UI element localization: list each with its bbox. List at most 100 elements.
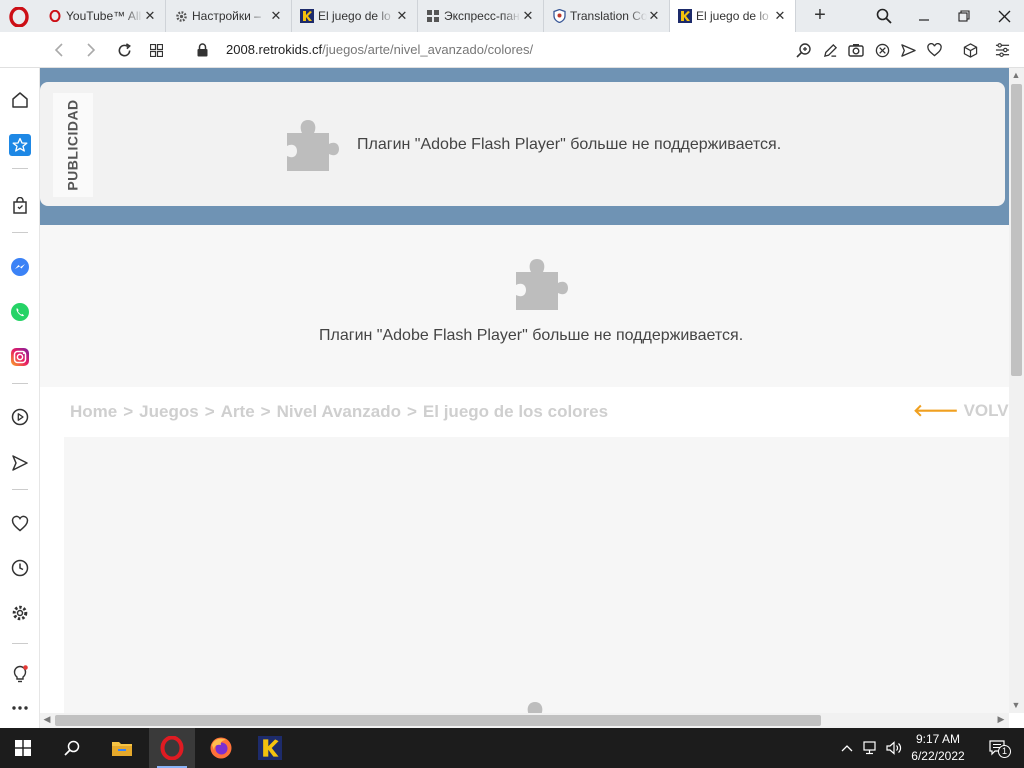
- speed-dial-icon[interactable]: [9, 134, 31, 156]
- close-icon[interactable]: ✕: [773, 9, 787, 23]
- sidebar: [0, 68, 40, 728]
- grid-icon: [426, 9, 440, 23]
- windows-logo-icon: [15, 740, 31, 756]
- edit-button[interactable]: [821, 41, 839, 59]
- scroll-up-arrow[interactable]: ▲: [1010, 70, 1022, 80]
- block-icon: [875, 43, 889, 57]
- puzzle-plugin-icon: [287, 120, 339, 171]
- horizontal-scrollbar-thumb[interactable]: [55, 715, 821, 726]
- whatsapp-icon[interactable]: [9, 301, 31, 323]
- pencil-icon: [823, 43, 837, 57]
- bookmark-button[interactable]: [925, 41, 943, 59]
- speed-dial-button[interactable]: [146, 40, 166, 60]
- breadcrumb-separator: >: [406, 402, 417, 421]
- sidebar-divider: [12, 383, 28, 384]
- tab-retrokids-1[interactable]: El juego de lo ✕: [292, 0, 418, 32]
- firefox-icon: [210, 737, 232, 759]
- start-button[interactable]: [0, 728, 46, 768]
- close-icon[interactable]: ✕: [521, 9, 535, 23]
- flash-content-area: Плагин "Adobe Flash Player" больше не по…: [40, 225, 1009, 387]
- heart-icon[interactable]: [9, 512, 31, 534]
- forward-button[interactable]: [81, 40, 101, 60]
- back-button[interactable]: [49, 40, 69, 60]
- close-icon[interactable]: ✕: [647, 9, 661, 23]
- file-explorer-button[interactable]: [99, 728, 145, 768]
- search-tabs-button[interactable]: [870, 4, 898, 28]
- reload-icon: [118, 42, 131, 56]
- gear-icon[interactable]: [9, 602, 31, 624]
- retrokids-taskbar-button[interactable]: [247, 728, 293, 768]
- messenger-icon[interactable]: [9, 256, 31, 278]
- scroll-left-arrow[interactable]: ◀: [41, 714, 53, 725]
- tab-translation[interactable]: Translation Co ✕: [544, 0, 670, 32]
- url-host: 2008.retrokids.cf: [226, 42, 323, 57]
- tab-title: Настройки –: [192, 9, 261, 23]
- lightbulb-icon[interactable]: [9, 663, 31, 685]
- vertical-scrollbar-thumb[interactable]: [1011, 84, 1022, 376]
- tab-title: YouTube™ All: [66, 9, 142, 23]
- instagram-icon[interactable]: [9, 346, 31, 368]
- restore-button[interactable]: [950, 4, 978, 28]
- history-clock-icon[interactable]: [9, 557, 31, 579]
- firefox-taskbar-button[interactable]: [198, 728, 244, 768]
- breadcrumb-link-juegos[interactable]: Juegos: [139, 402, 199, 421]
- tab-retrokids-active[interactable]: El juego de lo ✕: [670, 0, 796, 32]
- retrokids-icon: [678, 9, 692, 23]
- cube-icon: [963, 42, 977, 58]
- opera-taskbar-button[interactable]: [149, 728, 195, 768]
- zoom-button[interactable]: [795, 41, 813, 59]
- url-field[interactable]: 2008.retrokids.cf/juegos/arte/nivel_avan…: [226, 42, 533, 57]
- taskbar: 9:17 AM 6/22/2022 1: [0, 728, 1024, 768]
- retrokids-icon: [300, 9, 314, 23]
- advertising-label: PUBLICIDAD: [53, 93, 93, 197]
- opera-menu-button[interactable]: [8, 6, 30, 28]
- tab-youtube[interactable]: YouTube™ All ✕: [40, 0, 166, 32]
- close-icon[interactable]: ✕: [395, 9, 409, 23]
- easy-setup-button[interactable]: [993, 41, 1011, 59]
- back-link-label: VOLVER: [963, 401, 1009, 420]
- tab-speed-dial[interactable]: Экспресс-пан ✕: [418, 0, 544, 32]
- send-button[interactable]: [899, 41, 917, 59]
- tab-bar: YouTube™ All ✕ Настройки – ✕ El juego de…: [0, 0, 1024, 32]
- close-window-button[interactable]: [990, 4, 1018, 28]
- player-icon[interactable]: [9, 406, 31, 428]
- folder-icon: [112, 742, 132, 756]
- breadcrumb-link-nivel-avanzado[interactable]: Nivel Avanzado: [277, 402, 401, 421]
- send-icon[interactable]: [9, 452, 31, 474]
- search-icon: [64, 740, 80, 756]
- ad-blocker-button[interactable]: [873, 41, 891, 59]
- tab-settings[interactable]: Настройки – ✕: [166, 0, 292, 32]
- minimize-button[interactable]: [910, 4, 938, 28]
- scroll-down-arrow[interactable]: ▼: [1010, 700, 1022, 710]
- system-clock[interactable]: 9:17 AM 6/22/2022: [902, 731, 974, 765]
- lock-icon[interactable]: [192, 40, 212, 60]
- close-icon: [998, 10, 1010, 22]
- more-icon[interactable]: [9, 697, 31, 719]
- new-tab-button[interactable]: +: [810, 4, 830, 26]
- notification-center-button[interactable]: 1: [985, 738, 1011, 758]
- network-icon[interactable]: [862, 738, 880, 758]
- home-icon[interactable]: [9, 89, 31, 111]
- back-link[interactable]: 🡐VOLVER: [913, 401, 1009, 421]
- taskbar-search-button[interactable]: [49, 728, 95, 768]
- close-icon[interactable]: ✕: [143, 9, 157, 23]
- plugin-unsupported-message: Плагин "Adobe Flash Player" больше не по…: [357, 136, 782, 153]
- sidebar-divider: [12, 489, 28, 490]
- volume-icon[interactable]: [885, 738, 903, 758]
- scroll-right-arrow[interactable]: ▶: [995, 714, 1007, 725]
- tab-strip: YouTube™ All ✕ Настройки – ✕ El juego de…: [40, 0, 796, 32]
- sidebar-divider: [12, 168, 28, 169]
- breadcrumb-link-home[interactable]: Home: [70, 402, 117, 421]
- close-icon[interactable]: ✕: [269, 9, 283, 23]
- snapshot-button[interactable]: [847, 41, 865, 59]
- breadcrumb-link-arte[interactable]: Arte: [221, 402, 255, 421]
- send-icon: [900, 43, 916, 57]
- minimize-icon: [919, 19, 929, 21]
- breadcrumb-separator: >: [204, 402, 215, 421]
- chevron-right-icon: [87, 43, 96, 57]
- reload-button[interactable]: [114, 40, 134, 60]
- chevron-up-icon[interactable]: [838, 738, 856, 758]
- web-page: Плагин "Adobe Flash Player" больше не по…: [40, 68, 1009, 713]
- extensions-button[interactable]: [961, 41, 979, 59]
- shopping-bag-icon[interactable]: [9, 195, 31, 217]
